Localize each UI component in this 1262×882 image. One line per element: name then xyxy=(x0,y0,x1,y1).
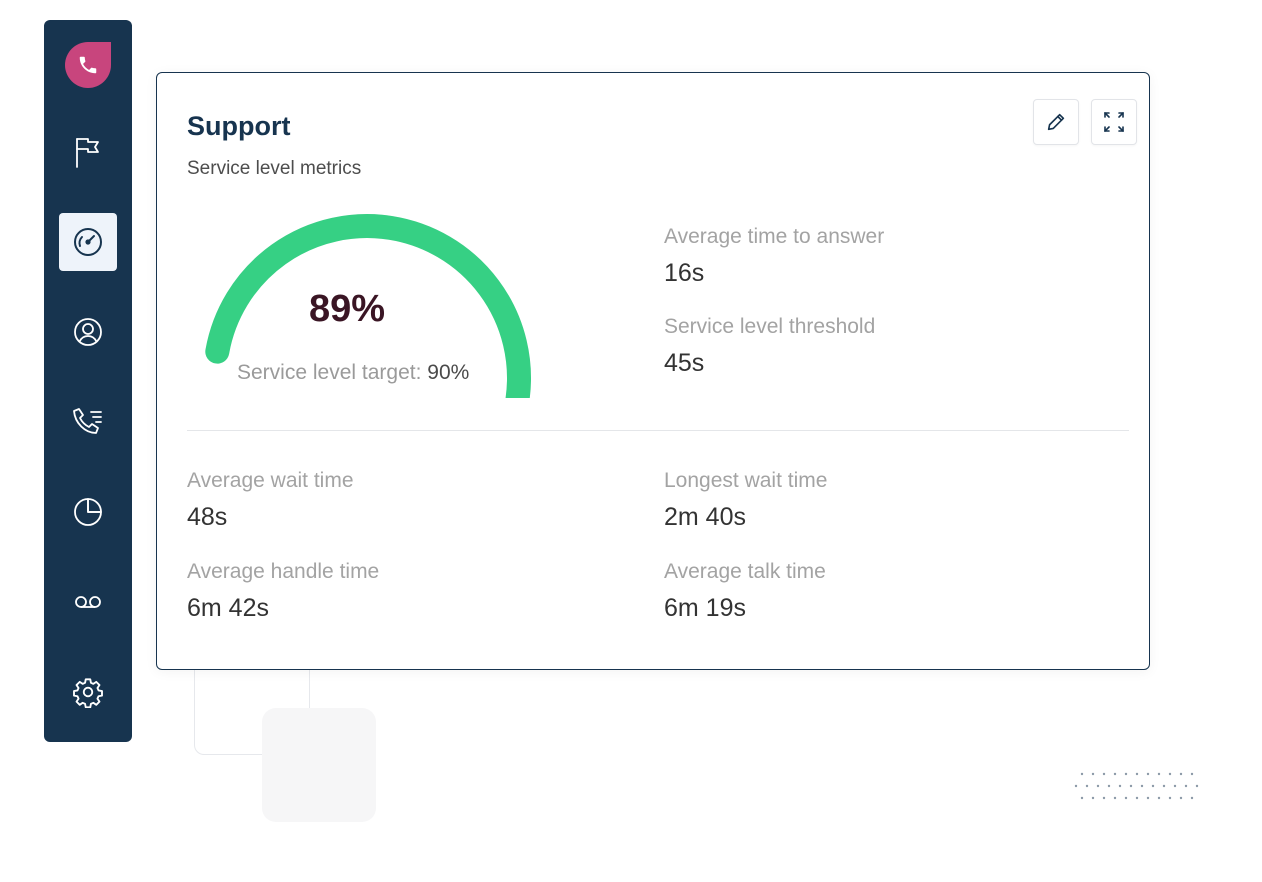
card-title: Support xyxy=(187,111,291,141)
metric-label: Service level threshold xyxy=(664,315,876,338)
decorative-dot-grid xyxy=(1074,772,1199,800)
metric-value: 16s xyxy=(664,259,705,287)
sidebar-nav xyxy=(59,123,117,721)
metric-label: Average talk time xyxy=(664,560,826,583)
expand-button[interactable] xyxy=(1091,99,1137,145)
gauge-value: 89% xyxy=(308,288,386,330)
gauge-target-value: 90% xyxy=(427,361,470,384)
metric-label: Longest wait time xyxy=(664,469,828,492)
sidebar-item-flags[interactable] xyxy=(59,123,117,181)
gauge-target: Service level target: 90% xyxy=(237,361,469,385)
expand-icon xyxy=(1104,112,1124,132)
sidebar-item-contacts[interactable] xyxy=(59,303,117,361)
metric-value: 45s xyxy=(664,349,705,377)
metric-average-handle-time: Average handle time 6m 42s xyxy=(187,560,379,623)
metric-average-talk-time: Average talk time 6m 19s xyxy=(664,560,826,623)
voicemail-icon xyxy=(75,596,101,608)
call-list-icon xyxy=(73,408,102,434)
support-metrics-card: Support Service level metrics 89% Servic… xyxy=(156,72,1150,670)
sidebar xyxy=(44,20,132,742)
metric-label: Average wait time xyxy=(187,469,354,492)
flag-icon xyxy=(76,138,99,168)
metric-value: 2m 40s xyxy=(664,503,746,531)
decorative-filled-square xyxy=(262,708,376,822)
metric-value: 48s xyxy=(187,503,228,531)
settings-gear-icon xyxy=(73,678,103,708)
metric-longest-wait-time: Longest wait time 2m 40s xyxy=(664,469,827,532)
edit-button[interactable] xyxy=(1033,99,1079,145)
app-logo[interactable] xyxy=(65,42,111,88)
sidebar-item-analytics[interactable] xyxy=(59,483,117,541)
section-divider xyxy=(187,430,1129,431)
sidebar-item-voicemail[interactable] xyxy=(59,573,117,631)
sidebar-item-settings[interactable] xyxy=(59,663,117,721)
metric-service-level-threshold: Service level threshold 45s xyxy=(664,315,875,378)
card-subtitle: Service level metrics xyxy=(187,158,362,179)
metric-label: Average time to answer xyxy=(664,225,885,248)
metric-average-time-to-answer: Average time to answer 16s xyxy=(664,225,884,288)
pencil-icon xyxy=(1047,113,1065,131)
metric-average-wait-time: Average wait time 48s xyxy=(187,469,354,532)
app-stage: Support Service level metrics 89% Servic… xyxy=(0,0,1262,882)
metric-value: 6m 19s xyxy=(664,594,746,622)
sidebar-item-dashboard[interactable] xyxy=(59,213,117,271)
user-circle-icon xyxy=(74,318,102,346)
phone-icon xyxy=(79,56,97,74)
pie-chart-icon xyxy=(74,498,102,526)
gauge-target-label: Service level target: xyxy=(237,361,422,384)
dashboard-gauge-icon xyxy=(74,228,102,256)
metric-label: Average handle time xyxy=(187,560,380,583)
sidebar-item-calls[interactable] xyxy=(59,393,117,451)
metric-value: 6m 42s xyxy=(187,594,269,622)
